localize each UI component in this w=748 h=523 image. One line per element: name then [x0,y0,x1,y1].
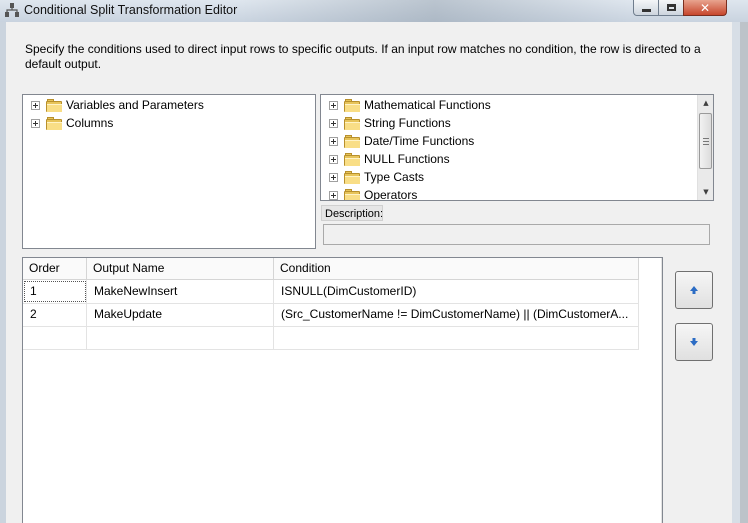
expand-icon[interactable] [329,154,338,164]
tree-item-label: Operators [364,188,418,201]
tree-item-operators[interactable]: Operators [329,186,418,201]
expand-icon[interactable] [329,190,338,200]
intro-text: Specify the conditions used to direct in… [25,42,701,71]
scroll-thumb[interactable] [699,113,712,169]
description-label: Description: [321,205,383,221]
window-title: Conditional Split Transformation Editor [24,3,238,17]
folder-icon [46,116,62,130]
close-button[interactable]: ✕ [683,0,727,16]
title-bar: Conditional Split Transformation Editor … [0,0,748,23]
expand-icon[interactable] [329,172,338,182]
output-name-cell[interactable] [87,326,274,349]
arrow-up-icon [690,286,698,294]
order-cell[interactable]: 1 [23,280,87,303]
expand-icon[interactable] [329,136,338,146]
expand-icon[interactable] [31,100,40,110]
description-box [323,224,710,245]
table-row-new[interactable] [23,326,639,350]
tree-item-label: NULL Functions [364,152,450,166]
folder-icon [46,98,62,112]
scroll-up-arrow-icon[interactable]: ▲ [698,95,713,111]
folder-icon [344,116,360,130]
window-frame-shadow [740,22,748,523]
folder-icon [344,134,360,148]
move-down-button[interactable] [675,323,713,361]
title-bar-glass [240,0,630,22]
column-header-output-name[interactable]: Output Name [87,258,274,279]
expand-icon[interactable] [31,118,40,128]
arrow-down-icon [690,338,698,346]
column-header-order[interactable]: Order [23,258,87,279]
tree-item-date-time-functions[interactable]: Date/Time Functions [329,132,474,150]
folder-icon [344,98,360,112]
tree-item-columns[interactable]: Columns [31,114,113,132]
folder-icon [344,152,360,166]
conditions-grid[interactable]: Order Output Name Condition 1 MakeNewIns… [22,257,663,523]
maximize-button[interactable] [658,0,684,16]
order-cell[interactable] [23,326,87,349]
tree-item-label: Date/Time Functions [364,134,475,148]
tree-item-label: Columns [66,116,114,130]
table-row[interactable]: 2 MakeUpdate (Src_CustomerName != DimCus… [23,303,639,327]
variables-columns-tree[interactable]: Variables and Parameters Columns [22,94,316,249]
expand-icon[interactable] [329,118,338,128]
tree-item-string-functions[interactable]: String Functions [329,114,451,132]
functions-scrollbar[interactable]: ▲ ▼ [697,95,713,200]
tree-item-label: String Functions [364,116,451,130]
column-header-condition[interactable]: Condition [274,258,639,279]
tree-item-null-functions[interactable]: NULL Functions [329,150,450,168]
folder-icon [344,188,360,200]
expand-icon[interactable] [329,100,338,110]
condition-cell[interactable]: ISNULL(DimCustomerID) [274,280,639,303]
tree-item-type-casts[interactable]: Type Casts [329,168,424,186]
output-name-cell[interactable]: MakeUpdate [87,303,274,326]
folder-icon [344,170,360,184]
scroll-down-arrow-icon[interactable]: ▼ [698,184,713,200]
maximize-icon [666,4,676,11]
tree-item-variables-parameters[interactable]: Variables and Parameters [31,96,204,114]
condition-cell[interactable]: (Src_CustomerName != DimCustomerName) ||… [274,303,639,326]
grid-right-divider [661,258,662,523]
minimize-button[interactable] [633,0,659,16]
tree-item-label: Mathematical Functions [364,98,491,112]
order-cell[interactable]: 2 [23,303,87,326]
functions-tree[interactable]: Mathematical Functions String Functions … [320,94,714,201]
grid-header: Order Output Name Condition [23,258,639,280]
table-row[interactable]: 1 MakeNewInsert ISNULL(DimCustomerID) [23,280,639,304]
output-name-cell[interactable]: MakeNewInsert [87,280,274,303]
move-up-button[interactable] [675,271,713,309]
tree-item-mathematical-functions[interactable]: Mathematical Functions [329,96,491,114]
condition-cell[interactable] [274,326,639,349]
close-icon: ✕ [699,0,711,15]
minimize-icon [641,8,651,12]
editor-app-icon [5,3,19,17]
tree-item-label: Variables and Parameters [66,98,204,112]
tree-item-label: Type Casts [364,170,425,184]
